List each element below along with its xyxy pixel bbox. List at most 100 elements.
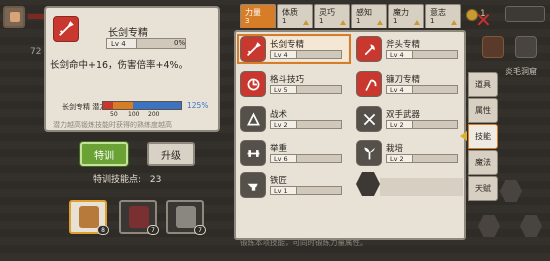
anvil-icon <box>240 172 266 198</box>
skill-name: 斧头专精 <box>386 40 421 50</box>
skill-level: Lv 5 <box>274 86 288 94</box>
skill-level-bar: Lv 1 <box>270 186 342 195</box>
skill-name: 战术 <box>270 110 288 120</box>
skill-level-bar: Lv 2 <box>270 120 342 129</box>
skill-name: 格斗技巧 <box>270 75 305 85</box>
skill-name: 举重 <box>270 144 288 154</box>
skill-item-longsword[interactable]: 长剑专精 Lv 4 <box>237 34 351 64</box>
upgrade-button[interactable]: 升级 <box>147 142 195 166</box>
skill-name: 镰刀专精 <box>386 75 421 85</box>
tab-constitution[interactable]: 体质 1 <box>277 4 313 28</box>
skill-name: 铁匠 <box>270 176 288 186</box>
mastery-label: 长剑专精 潜力 <box>62 103 107 111</box>
skill-level: Lv 4 <box>274 51 288 59</box>
skill-item-scythe[interactable]: 镰刀专精 Lv 4 <box>356 71 464 97</box>
cultivation-icon <box>356 140 382 166</box>
chest-icon[interactable] <box>482 36 504 58</box>
side-tab-skills[interactable]: 技能 <box>468 124 498 149</box>
close-button[interactable]: ✕ <box>475 10 492 30</box>
tab-count: 1 <box>319 17 324 25</box>
skill-item-two-hand[interactable]: 双手武器 Lv 2 <box>356 106 464 132</box>
skill-detail-panel: 长剑专精 Lv 4 0% 长剑命中+16，伤害倍率+4%。 长剑专精 潜力 50… <box>44 6 220 132</box>
skill-item-axe[interactable]: 斧头专精 Lv 4 <box>356 36 464 62</box>
skill-level: Lv 6 <box>274 155 288 163</box>
party-member-portrait[interactable]: 7 <box>166 200 206 235</box>
skill-screen: { "hud": { "level_text": "72", "gold_tex… <box>0 0 550 261</box>
member-badge: 8 <box>97 225 109 235</box>
skill-level: Lv 2 <box>274 121 288 129</box>
fist-icon <box>240 71 266 97</box>
up-arrow-icon <box>414 20 420 25</box>
side-tab-talents[interactable]: 天赋 <box>468 176 498 201</box>
hex-action-icon[interactable] <box>520 215 542 237</box>
tab-count: 3 <box>245 17 250 25</box>
hero-avatar[interactable] <box>3 6 25 28</box>
train-button[interactable]: 特训 <box>80 142 128 166</box>
panel-footer-note: 锻炼本项技能，可同时锻炼力量属性。 <box>240 238 368 247</box>
up-arrow-icon <box>340 20 346 25</box>
weightlifting-icon <box>240 140 266 166</box>
skill-level: Lv 4 <box>390 86 404 94</box>
hex-action-icon[interactable] <box>500 180 522 202</box>
up-arrow-icon <box>377 20 383 25</box>
tab-will[interactable]: 意志 1 <box>425 4 461 28</box>
skill-level: Lv 1 <box>274 187 288 195</box>
mastery-percent: 125% <box>187 101 209 110</box>
tab-strength[interactable]: 力量 3 <box>240 4 276 28</box>
tab-count: 1 <box>282 17 287 25</box>
skill-level: Lv 4 <box>390 51 404 59</box>
mastery-bar <box>102 101 182 110</box>
mastery-tick: 200 <box>148 111 160 118</box>
player-level: 72 <box>30 47 42 57</box>
tab-dexterity[interactable]: 灵巧 1 <box>314 4 350 28</box>
skill-name: 双手武器 <box>386 110 421 120</box>
two-hand-weapon-icon <box>356 106 382 132</box>
tab-perception[interactable]: 感知 1 <box>351 4 387 28</box>
skill-item-fighting[interactable]: 格斗技巧 Lv 5 <box>240 71 348 97</box>
active-indicator-icon <box>460 131 467 141</box>
mastery-note: 潜力越高锻炼技能时获得的熟练度越高 <box>53 121 172 129</box>
scythe-icon <box>356 71 382 97</box>
status-indicator <box>505 6 545 22</box>
skill-description: 长剑命中+16，伤害倍率+4%。 <box>50 60 189 71</box>
skill-level: Lv 2 <box>390 155 404 163</box>
up-arrow-icon <box>451 20 457 25</box>
skill-level: Lv 2 <box>390 121 404 129</box>
party-member-portrait[interactable]: 8 <box>69 200 109 235</box>
party-member-portrait[interactable]: 7 <box>119 200 159 235</box>
up-arrow-icon <box>303 20 309 25</box>
member-badge: 7 <box>147 225 159 235</box>
side-tab-magic[interactable]: 魔法 <box>468 150 498 175</box>
skill-item-tactics[interactable]: 战术 Lv 2 <box>240 106 348 132</box>
skill-points-value: 23 <box>149 175 162 185</box>
skill-level-bar: Lv 6 <box>270 154 342 163</box>
skill-level-bar: Lv 4 <box>270 50 342 59</box>
mastery-tick: 50 <box>110 111 118 118</box>
skill-item-weightlifting[interactable]: 举重 Lv 6 <box>240 140 348 166</box>
tab-count: 1 <box>356 17 361 25</box>
skill-item-cultivation[interactable]: 栽培 Lv 2 <box>356 140 464 166</box>
empty-skill-slot <box>380 178 463 196</box>
tab-magic[interactable]: 魔力 1 <box>388 4 424 28</box>
hex-action-icon[interactable] <box>478 215 500 237</box>
skill-title: 长剑专精 <box>108 28 148 39</box>
tab-count: 1 <box>430 17 435 25</box>
mastery-tick: 100 <box>128 111 140 118</box>
sword-icon <box>53 16 79 42</box>
map-icon[interactable] <box>515 36 537 58</box>
skill-level-bar: Lv 5 <box>270 85 342 94</box>
skill-progress: 0% <box>174 39 186 47</box>
skill-points-label: 特训技能点: <box>93 175 142 185</box>
skill-points: 特训技能点: 23 <box>93 172 161 185</box>
axe-icon <box>356 36 382 62</box>
skill-level-bar: Lv 2 <box>386 120 458 129</box>
skill-item-blacksmith[interactable]: 铁匠 Lv 1 <box>240 172 348 198</box>
skill-level: Lv 4 <box>111 40 126 48</box>
skill-level-bar: Lv 4 <box>386 85 458 94</box>
side-tab-items[interactable]: 道具 <box>468 72 498 97</box>
skill-level-bar: Lv 4 <box>386 50 458 59</box>
member-badge: 7 <box>194 225 206 235</box>
side-tab-attributes[interactable]: 属性 <box>468 98 498 123</box>
skill-name: 栽培 <box>386 144 404 154</box>
skill-name: 长剑专精 <box>270 40 305 50</box>
